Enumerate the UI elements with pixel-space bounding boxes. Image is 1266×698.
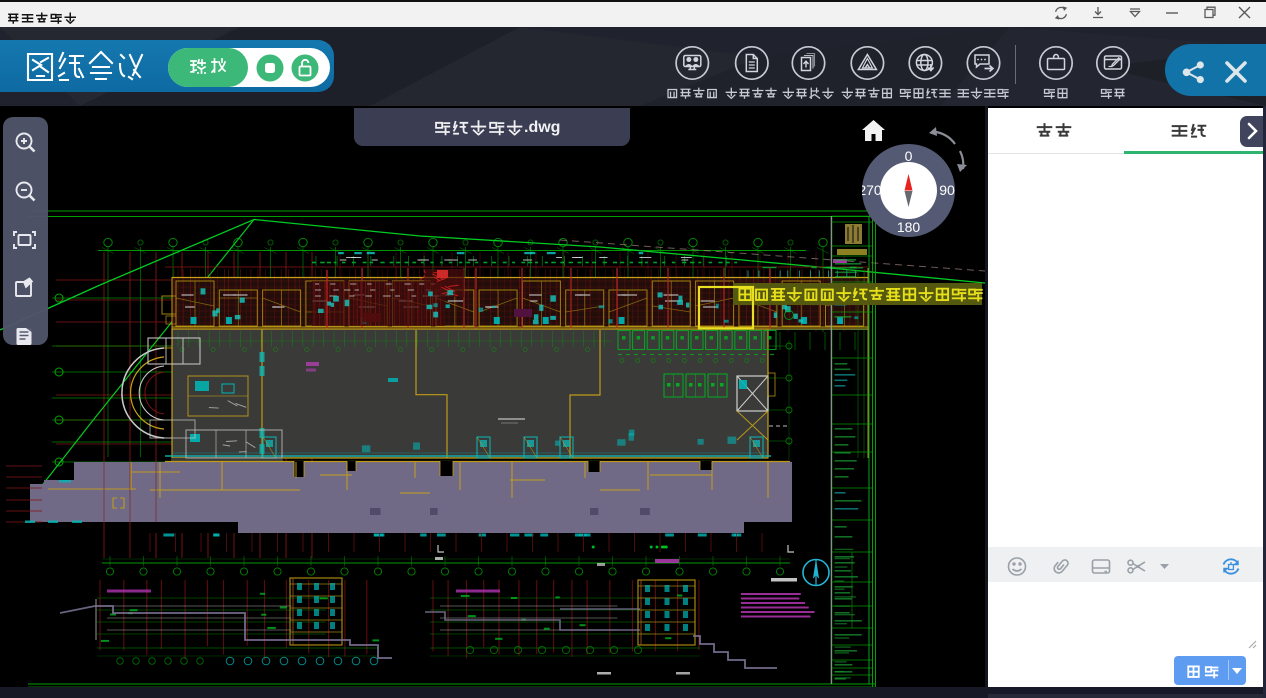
svg-text:270: 270: [862, 182, 882, 198]
svg-text:180: 180: [897, 219, 921, 235]
svg-text:90: 90: [939, 182, 955, 198]
svg-text:0: 0: [905, 148, 913, 164]
